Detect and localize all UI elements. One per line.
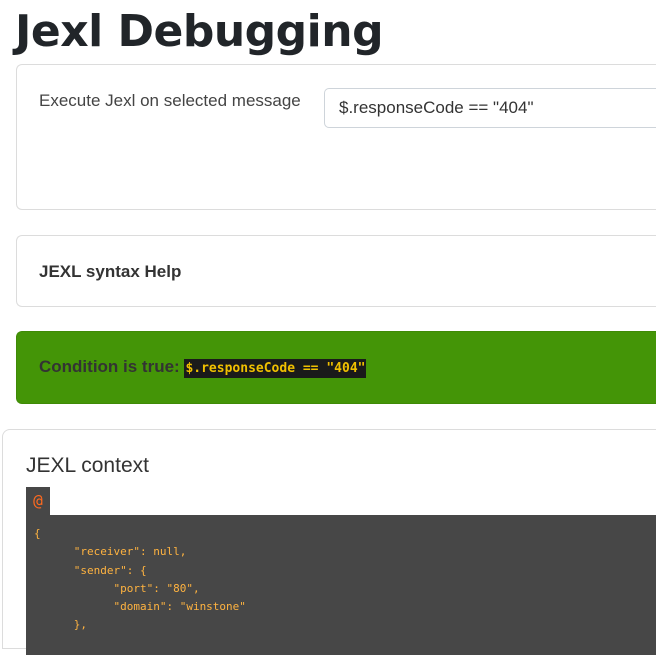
jexl-context-card: JEXL context @ { "receiver": null, "send… — [2, 429, 656, 655]
json-line: "domain": "winstone" — [34, 600, 246, 614]
execute-jexl-label: Execute Jexl on selected message — [39, 91, 301, 110]
execute-jexl-card: Execute Jexl on selected message — [16, 64, 656, 210]
json-line: { — [34, 527, 41, 540]
jexl-syntax-help-toggle[interactable]: JEXL syntax Help — [39, 262, 181, 282]
condition-result-expression: $.responseCode == "404" — [184, 359, 367, 378]
jexl-context-json: { "receiver": null, "sender": { "port": … — [26, 515, 656, 655]
json-line: "receiver": null, — [34, 545, 187, 559]
json-line: "sender": { — [34, 563, 147, 577]
condition-result-prefix: Condition is true: — [39, 357, 180, 376]
jexl-syntax-help-card[interactable]: JEXL syntax Help — [16, 235, 656, 307]
json-line: }, — [34, 618, 87, 632]
condition-result-text: Condition is true: $.responseCode == "40… — [39, 357, 367, 378]
jexl-expression-input[interactable] — [324, 88, 656, 128]
condition-result-alert: Condition is true: $.responseCode == "40… — [16, 331, 656, 404]
context-root-symbol[interactable]: @ — [26, 487, 50, 515]
json-line: "port": "80", — [34, 581, 200, 595]
jexl-context-title: JEXL context — [26, 454, 149, 477]
page-title: Jexl Debugging — [15, 6, 384, 57]
